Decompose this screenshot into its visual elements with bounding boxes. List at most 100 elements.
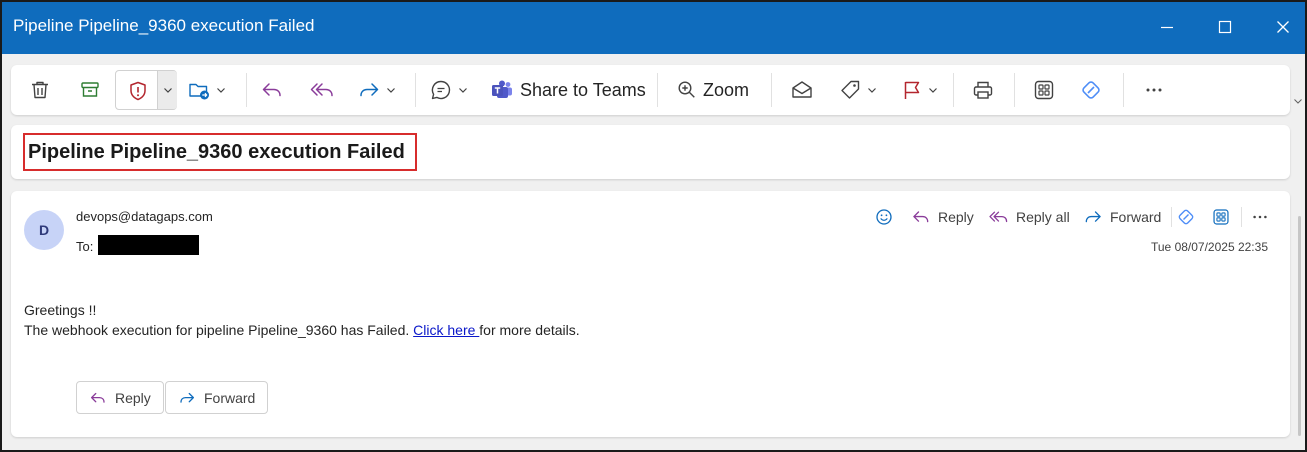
maximize-icon [1218, 20, 1232, 34]
bottom-reply-label: Reply [115, 389, 151, 406]
print-button[interactable] [972, 74, 994, 106]
subject-highlight: Pipeline Pipeline_9360 execution Failed [23, 133, 417, 171]
close-button[interactable] [1265, 11, 1301, 43]
flag-button[interactable] [901, 74, 938, 106]
mark-read-button[interactable] [790, 74, 814, 106]
bottom-forward-button[interactable]: Forward [165, 381, 269, 414]
chevron-down-icon [387, 88, 395, 93]
apps-grid-icon [1213, 209, 1229, 225]
toolbar-separator [1123, 73, 1124, 107]
forward-arrow-icon [180, 392, 195, 403]
action-separator [1241, 207, 1242, 227]
toolbar-separator [657, 73, 658, 107]
zoom-label: Zoom [703, 79, 750, 100]
more-icon [1253, 215, 1267, 219]
message-date: Tue 08/07/2025 22:35 [1151, 240, 1268, 254]
message-subject: Pipeline Pipeline_9360 execution Failed [28, 140, 405, 163]
report-button[interactable] [115, 70, 177, 110]
maximize-button[interactable] [1207, 11, 1243, 43]
chat-bubble-icon [431, 80, 451, 100]
bottom-forward-label: Forward [204, 389, 256, 406]
reply-arrow-icon [262, 83, 281, 97]
reply-arrow-icon [913, 211, 929, 223]
share-to-teams-label: Share to Teams [520, 79, 646, 100]
header-forward-button[interactable]: Forward [1083, 205, 1161, 229]
archive-icon [81, 82, 99, 97]
avatar[interactable]: D [24, 210, 64, 250]
chevron-down-icon [163, 88, 172, 93]
toolbar-separator [246, 73, 247, 107]
reply-all-icon [989, 211, 1008, 223]
toolbar-separator [1014, 73, 1015, 107]
reply-all-label: Reply all [1016, 209, 1070, 225]
forward-label: Forward [1110, 209, 1162, 225]
reply-all-button[interactable] [309, 74, 335, 106]
redacted-recipient [98, 235, 199, 255]
webhook-line: The webhook execution for pipeline Pipel… [24, 320, 580, 340]
copilot-icon [1082, 81, 1100, 99]
minimize-button[interactable] [1149, 11, 1185, 43]
to-label: To: [76, 239, 94, 254]
header-apps-button[interactable] [1212, 205, 1230, 229]
minimize-icon [1161, 26, 1173, 29]
more-actions-button[interactable] [1144, 74, 1164, 106]
smiley-icon [876, 209, 892, 225]
greeting-line: Greetings !! [24, 302, 97, 318]
header-reply-button[interactable]: Reply [911, 205, 974, 229]
share-to-teams-button[interactable]: Share to Teams [490, 74, 646, 106]
envelope-open-icon [792, 81, 812, 98]
scrollbar-thumb[interactable] [1298, 216, 1301, 436]
reply-all-icon [310, 83, 333, 97]
copilot-icon [1178, 209, 1194, 225]
forward-arrow-icon [360, 83, 379, 97]
comment-button[interactable] [429, 74, 468, 106]
message-body: Greetings !! The webhook execution for p… [24, 300, 580, 340]
chevron-down-icon [217, 88, 225, 93]
close-icon [1277, 21, 1289, 33]
printer-icon [973, 81, 993, 99]
trash-icon [32, 81, 48, 99]
delete-button[interactable] [29, 74, 51, 106]
action-separator [1171, 207, 1172, 227]
outlook-message-window: Pipeline Pipeline_9360 execution Failed [0, 0, 1307, 452]
header-more-button[interactable] [1251, 205, 1269, 229]
tag-icon [841, 80, 860, 99]
folder-move-icon [189, 83, 209, 100]
apps-button[interactable] [1033, 74, 1055, 106]
reply-button[interactable] [260, 74, 284, 106]
toolbar-separator [415, 73, 416, 107]
message-card: D devops@datagaps.com To: Reply Reply al… [11, 191, 1290, 437]
move-button[interactable] [187, 74, 226, 106]
window-title: Pipeline Pipeline_9360 execution Failed [13, 16, 315, 35]
webhook-text-suffix: for more details. [479, 322, 580, 338]
collapse-ribbon-icon[interactable] [1293, 96, 1303, 106]
subject-bar: Pipeline Pipeline_9360 execution Failed [11, 125, 1290, 179]
forward-arrow-icon [1085, 211, 1101, 223]
copilot-button[interactable] [1079, 74, 1103, 106]
sender-address[interactable]: devops@datagaps.com [76, 209, 213, 224]
toolbar-separator [953, 73, 954, 107]
details-link[interactable]: Click here [413, 322, 479, 338]
header-copilot-button[interactable] [1176, 205, 1196, 229]
zoom-icon [678, 81, 695, 98]
chevron-down-icon [868, 88, 876, 93]
toolbar-separator [771, 73, 772, 107]
bottom-reply-button[interactable]: Reply [76, 381, 164, 414]
chevron-down-icon [459, 88, 467, 93]
reply-arrow-icon [90, 392, 105, 403]
webhook-text: The webhook execution for pipeline Pipel… [24, 322, 414, 338]
reply-label: Reply [938, 209, 974, 225]
flag-icon [904, 81, 920, 99]
zoom-button[interactable]: Zoom [677, 74, 749, 106]
archive-button[interactable] [79, 74, 101, 106]
shield-icon [130, 81, 146, 101]
apps-grid-icon [1034, 80, 1054, 100]
chevron-down-icon [929, 88, 937, 93]
report-dropdown[interactable] [157, 71, 177, 109]
forward-button[interactable] [357, 74, 396, 106]
emoji-reaction-button[interactable] [875, 205, 893, 229]
categorize-button[interactable] [838, 74, 877, 106]
title-bar: Pipeline Pipeline_9360 execution Failed [2, 2, 1305, 54]
header-reply-all-button[interactable]: Reply all [988, 205, 1070, 229]
message-toolbar: Share to Teams Zoom [11, 65, 1290, 115]
